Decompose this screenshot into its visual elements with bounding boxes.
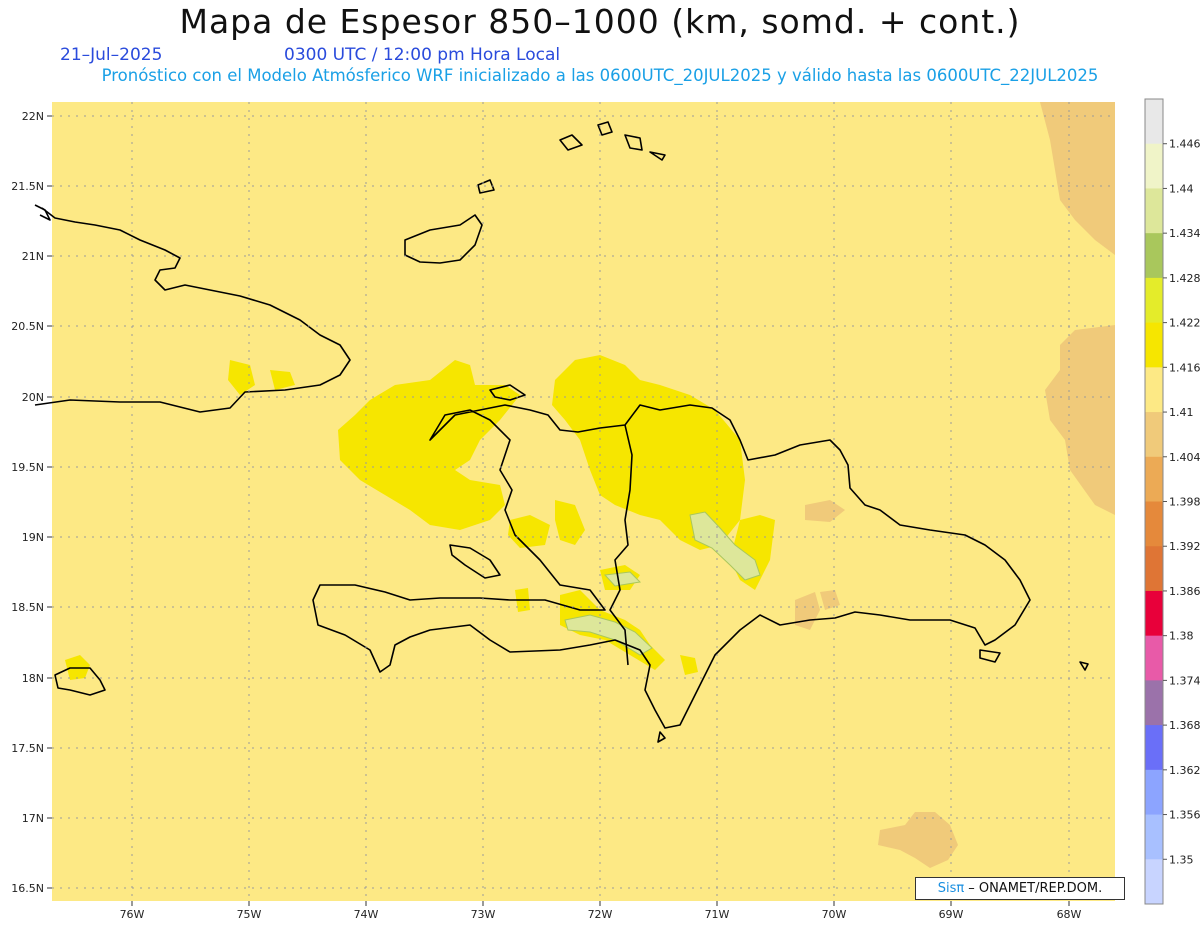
colorbar-swatch bbox=[1145, 143, 1163, 189]
colorbar-label: 1.422 bbox=[1169, 317, 1200, 330]
lat-label: 20.5N bbox=[11, 320, 44, 333]
time-label: 0300 UTC / 12:00 pm Hora Local bbox=[284, 45, 561, 65]
colorbar-swatch bbox=[1145, 546, 1163, 592]
colorbar-label: 1.356 bbox=[1169, 809, 1200, 822]
map-field bbox=[52, 102, 1115, 901]
colorbar-label: 1.428 bbox=[1169, 272, 1200, 285]
lon-label: 76W bbox=[120, 908, 145, 921]
colorbar-label: 1.44 bbox=[1169, 182, 1194, 195]
lon-label: 69W bbox=[939, 908, 964, 921]
lat-label: 20N bbox=[22, 391, 44, 404]
lon-label: 71W bbox=[705, 908, 730, 921]
lat-labels: 22N 21.5N 21N 20.5N 20N 19.5N 19N 18.5N … bbox=[11, 110, 44, 895]
lat-label: 22N bbox=[22, 110, 44, 123]
colorbar-label: 1.398 bbox=[1169, 496, 1200, 509]
lat-label: 19N bbox=[22, 531, 44, 544]
colorbar-swatch bbox=[1145, 412, 1163, 458]
colorbar-label: 1.392 bbox=[1169, 540, 1200, 553]
map-title: Mapa de Espesor 850–1000 (km, somd. + co… bbox=[179, 2, 1021, 41]
colorbar-label: 1.446 bbox=[1169, 138, 1200, 151]
lat-label: 18.5N bbox=[11, 601, 44, 614]
date-label: 21–Jul–2025 bbox=[60, 45, 163, 65]
colorbar-swatch bbox=[1145, 501, 1163, 547]
colorbar-swatch bbox=[1145, 277, 1163, 324]
colorbar-swatch bbox=[1145, 725, 1163, 771]
lat-label: 21N bbox=[22, 250, 44, 263]
colorbar-label: 1.434 bbox=[1169, 227, 1200, 240]
lon-label: 74W bbox=[354, 908, 379, 921]
forecast-info: Pronóstico con el Modelo Atmósferico WRF… bbox=[101, 66, 1099, 85]
colorbar-swatch bbox=[1145, 680, 1163, 726]
lat-label: 18N bbox=[22, 672, 44, 685]
thickness-map: 22N 21.5N 21N 20.5N 20N 19.5N 19N 18.5N … bbox=[11, 98, 1200, 921]
colorbar-swatch bbox=[1145, 590, 1163, 637]
colorbar-label: 1.368 bbox=[1169, 719, 1200, 732]
colorbar-label: 1.38 bbox=[1169, 630, 1194, 643]
lat-label: 17.5N bbox=[11, 742, 44, 755]
lat-label: 19.5N bbox=[11, 461, 44, 474]
credit-text: – ONAMET/REP.DOM. bbox=[968, 881, 1103, 896]
colorbar-swatch bbox=[1145, 322, 1163, 368]
colorbar-label: 1.35 bbox=[1169, 853, 1194, 866]
lat-label: 21.5N bbox=[11, 180, 44, 193]
colorbar-swatch bbox=[1145, 233, 1163, 279]
lon-label: 75W bbox=[237, 908, 262, 921]
sis-logo-text: Sisπ bbox=[937, 881, 965, 896]
lon-label: 73W bbox=[471, 908, 496, 921]
colorbar: 1.446 1.44 1.434 1.428 1.422 1.416 1.41 1.404 1.… bbox=[1144, 98, 1200, 905]
colorbar-label: 1.362 bbox=[1169, 764, 1200, 777]
lon-label: 68W bbox=[1057, 908, 1082, 921]
colorbar-label: 1.386 bbox=[1169, 585, 1200, 598]
colorbar-swatch bbox=[1145, 99, 1163, 145]
colorbar-label: 1.41 bbox=[1169, 406, 1194, 419]
colorbar-swatch bbox=[1145, 456, 1163, 502]
colorbar-label: 1.374 bbox=[1169, 674, 1200, 687]
colorbar-swatch bbox=[1145, 814, 1163, 860]
colorbar-swatch bbox=[1145, 367, 1163, 413]
lon-label: 72W bbox=[588, 908, 613, 921]
lat-label: 16.5N bbox=[11, 882, 44, 895]
colorbar-label: 1.416 bbox=[1169, 361, 1200, 374]
colorbar-swatch bbox=[1145, 859, 1163, 905]
colorbar-swatch bbox=[1145, 769, 1163, 816]
lon-label: 70W bbox=[822, 908, 847, 921]
lon-labels: 76W 75W 74W 73W 72W 71W 70W 69W 68W bbox=[120, 908, 1082, 921]
colorbar-swatch bbox=[1145, 188, 1163, 234]
colorbar-label: 1.404 bbox=[1169, 451, 1200, 464]
lat-label: 17N bbox=[22, 812, 44, 825]
credit-box: Sisπ – ONAMET/REP.DOM. bbox=[915, 877, 1125, 900]
colorbar-swatch bbox=[1145, 635, 1163, 681]
